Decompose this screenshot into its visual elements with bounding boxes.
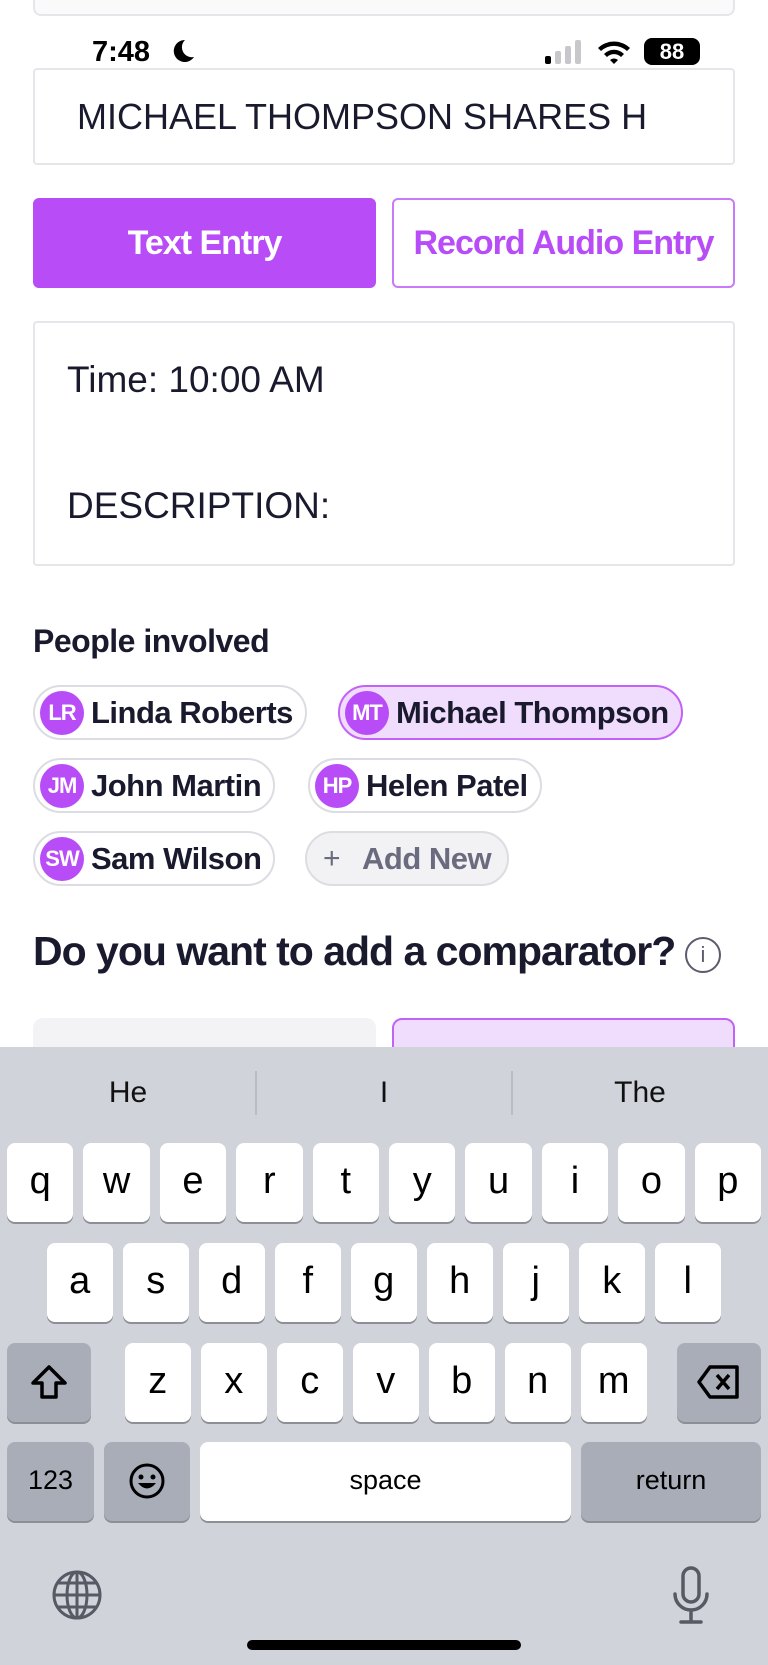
person-name: John Martin bbox=[91, 767, 262, 803]
key-q[interactable]: q bbox=[7, 1143, 74, 1222]
info-icon[interactable]: i bbox=[685, 937, 721, 973]
person-chip-john-martin[interactable]: JM John Martin bbox=[33, 758, 276, 813]
key-g[interactable]: g bbox=[351, 1243, 417, 1322]
home-indicator[interactable] bbox=[247, 1640, 521, 1650]
key-x[interactable]: x bbox=[201, 1343, 267, 1422]
key-k[interactable]: k bbox=[579, 1243, 645, 1322]
title-input[interactable]: MICHAEL THOMPSON SHARES H bbox=[33, 68, 735, 165]
wifi-icon bbox=[598, 41, 630, 64]
person-chip-helen-patel[interactable]: HP Helen Patel bbox=[308, 758, 542, 813]
emoji-icon bbox=[129, 1463, 165, 1499]
avatar: SW bbox=[40, 836, 84, 881]
person-name: Michael Thompson bbox=[396, 694, 669, 730]
previous-field bbox=[33, 0, 735, 16]
add-new-label: Add New bbox=[362, 840, 492, 876]
key-d[interactable]: d bbox=[199, 1243, 265, 1322]
avatar: MT bbox=[345, 690, 389, 735]
suggestion-the[interactable]: The bbox=[512, 1047, 768, 1139]
globe-icon[interactable] bbox=[51, 1569, 103, 1621]
add-new-person-button[interactable]: + Add New bbox=[305, 831, 510, 886]
return-key[interactable]: return bbox=[581, 1442, 761, 1521]
delete-key[interactable] bbox=[677, 1343, 761, 1422]
key-a[interactable]: a bbox=[47, 1243, 113, 1322]
key-l[interactable]: l bbox=[655, 1243, 721, 1322]
key-m[interactable]: m bbox=[581, 1343, 647, 1422]
shift-icon bbox=[31, 1365, 67, 1399]
person-chip-linda-roberts[interactable]: LR Linda Roberts bbox=[33, 685, 307, 740]
emoji-key[interactable] bbox=[104, 1442, 190, 1521]
key-o[interactable]: o bbox=[618, 1143, 685, 1222]
description-time-line: Time: 10:00 AM bbox=[67, 359, 325, 400]
microphone-icon[interactable] bbox=[670, 1565, 712, 1627]
battery-icon: 88 bbox=[644, 38, 700, 65]
key-p[interactable]: p bbox=[694, 1143, 761, 1222]
key-i[interactable]: i bbox=[541, 1143, 609, 1222]
signal-icon bbox=[545, 40, 585, 64]
key-j[interactable]: j bbox=[503, 1243, 569, 1322]
comparator-heading: Do you want to add a comparator? bbox=[33, 928, 676, 974]
space-key[interactable]: space bbox=[200, 1442, 571, 1521]
status-time: 7:48 bbox=[92, 36, 151, 68]
avatar: HP bbox=[315, 763, 359, 808]
text-entry-button[interactable]: Text Entry bbox=[33, 198, 376, 288]
people-heading: People involved bbox=[33, 623, 270, 659]
key-y[interactable]: y bbox=[389, 1143, 456, 1222]
avatar: LR bbox=[40, 690, 84, 735]
moon-icon bbox=[173, 39, 194, 62]
shift-key[interactable] bbox=[7, 1343, 91, 1422]
person-name: Linda Roberts bbox=[91, 694, 293, 730]
person-chip-michael-thompson[interactable]: MT Michael Thompson bbox=[338, 685, 683, 740]
key-z[interactable]: z bbox=[125, 1343, 191, 1422]
person-name: Sam Wilson bbox=[91, 840, 262, 876]
key-w[interactable]: w bbox=[83, 1143, 150, 1222]
key-b[interactable]: b bbox=[429, 1343, 495, 1422]
plus-icon: + bbox=[323, 841, 341, 875]
key-e[interactable]: e bbox=[159, 1143, 227, 1222]
suggestion-i[interactable]: I bbox=[256, 1047, 512, 1139]
avatar: JM bbox=[40, 763, 84, 808]
record-audio-entry-button[interactable]: Record Audio Entry bbox=[392, 198, 735, 288]
description-label-line: DESCRIPTION: bbox=[67, 485, 331, 526]
key-h[interactable]: h bbox=[427, 1243, 493, 1322]
key-v[interactable]: v bbox=[353, 1343, 419, 1422]
key-f[interactable]: f bbox=[275, 1243, 341, 1322]
key-s[interactable]: s bbox=[123, 1243, 189, 1322]
suggestion-he[interactable]: He bbox=[0, 1047, 256, 1139]
numbers-key[interactable]: 123 bbox=[7, 1442, 94, 1521]
backspace-icon bbox=[697, 1365, 739, 1399]
person-chip-sam-wilson[interactable]: SW Sam Wilson bbox=[33, 831, 276, 886]
key-n[interactable]: n bbox=[505, 1343, 571, 1422]
key-u[interactable]: u bbox=[465, 1143, 532, 1222]
keyboard: He I The qwertyuiopasdfghjklzxcvbnm 123 … bbox=[0, 1047, 768, 1665]
person-name: Helen Patel bbox=[366, 767, 528, 803]
key-c[interactable]: c bbox=[277, 1343, 343, 1422]
description-textarea[interactable]: Time: 10:00 AM DESCRIPTION: bbox=[33, 321, 735, 566]
key-r[interactable]: r bbox=[236, 1143, 303, 1222]
key-t[interactable]: t bbox=[312, 1143, 379, 1222]
